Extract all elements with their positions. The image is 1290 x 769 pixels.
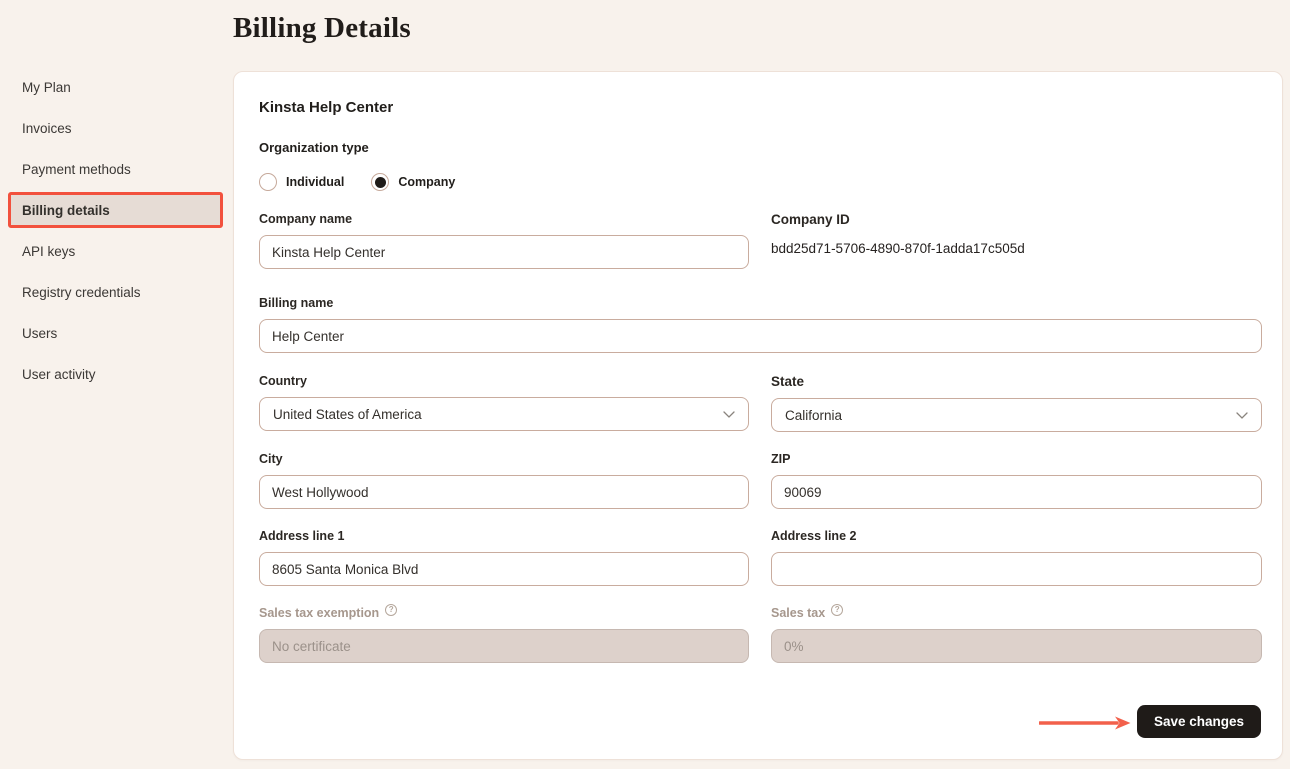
sidebar-item-payment-methods[interactable]: Payment methods [8, 151, 223, 187]
sidebar-item-invoices[interactable]: Invoices [8, 110, 223, 146]
country-field: Country United States of America [259, 374, 749, 431]
billing-details-card: Kinsta Help Center Organization type Ind… [233, 71, 1283, 760]
sidebar-item-users[interactable]: Users [8, 315, 223, 351]
country-label: Country [259, 374, 749, 388]
company-id-value: bdd25d71-5706-4890-870f-1adda17c505d [771, 241, 1262, 256]
radio-selected-icon[interactable] [371, 173, 389, 191]
sidebar-item-billing-details[interactable]: Billing details [8, 192, 223, 228]
organization-type-label: Organization type [259, 140, 369, 155]
zip-label: ZIP [771, 452, 1262, 466]
organization-type-group: Individual Company [259, 173, 472, 191]
state-field: State California [771, 374, 1262, 432]
country-selected-value: United States of America [273, 407, 422, 422]
radio-company[interactable]: Company [371, 173, 455, 191]
help-icon[interactable]: ? [831, 604, 843, 616]
radio-company-label: Company [398, 175, 455, 189]
address-line-1-field: Address line 1 [259, 529, 749, 586]
company-id-field: Company ID bdd25d71-5706-4890-870f-1adda… [771, 212, 1262, 256]
zip-input[interactable] [771, 475, 1262, 509]
sidebar-item-api-keys[interactable]: API keys [8, 233, 223, 269]
billing-name-input[interactable] [259, 319, 1262, 353]
radio-individual-label: Individual [286, 175, 344, 189]
sidebar-item-registry-credentials[interactable]: Registry credentials [8, 274, 223, 310]
address-line-2-label: Address line 2 [771, 529, 1262, 543]
sales-tax-label-text: Sales tax [771, 606, 825, 620]
billing-name-label: Billing name [259, 296, 1262, 310]
city-label: City [259, 452, 749, 466]
zip-field: ZIP [771, 452, 1262, 509]
billing-details-page: { "page": { "title": "Billing Details" }… [0, 0, 1290, 769]
sales-tax-exemption-input [259, 629, 749, 663]
sidebar-item-my-plan[interactable]: My Plan [8, 69, 223, 105]
sales-tax-input [771, 629, 1262, 663]
billing-name-field: Billing name [259, 296, 1262, 353]
page-title: Billing Details [233, 12, 411, 45]
company-heading: Kinsta Help Center [259, 99, 393, 116]
billing-sidebar: My Plan Invoices Payment methods Billing… [8, 69, 223, 397]
annotation-arrow-icon [1039, 716, 1131, 735]
state-select[interactable]: California [771, 398, 1262, 432]
country-select[interactable]: United States of America [259, 397, 749, 431]
company-name-label: Company name [259, 212, 749, 226]
sales-tax-exemption-field: Sales tax exemption ? [259, 606, 749, 663]
city-input[interactable] [259, 475, 749, 509]
sales-tax-exemption-label: Sales tax exemption ? [259, 606, 749, 620]
chevron-down-icon [723, 411, 735, 418]
radio-individual[interactable]: Individual [259, 173, 344, 191]
address-line-1-input[interactable] [259, 552, 749, 586]
radio-dot [375, 177, 386, 188]
state-label: State [771, 374, 1262, 389]
city-field: City [259, 452, 749, 509]
help-icon[interactable]: ? [385, 604, 397, 616]
address-line-1-label: Address line 1 [259, 529, 749, 543]
sales-tax-label: Sales tax ? [771, 606, 1262, 620]
company-id-label: Company ID [771, 212, 1262, 227]
address-line-2-field: Address line 2 [771, 529, 1262, 586]
sales-tax-exemption-label-text: Sales tax exemption [259, 606, 379, 620]
chevron-down-icon [1236, 412, 1248, 419]
address-line-2-input[interactable] [771, 552, 1262, 586]
radio-unselected-icon[interactable] [259, 173, 277, 191]
company-name-field: Company name [259, 212, 749, 269]
save-changes-button[interactable]: Save changes [1137, 705, 1261, 738]
company-name-input[interactable] [259, 235, 749, 269]
sales-tax-field: Sales tax ? [771, 606, 1262, 663]
state-selected-value: California [785, 408, 842, 423]
sidebar-item-user-activity[interactable]: User activity [8, 356, 223, 392]
